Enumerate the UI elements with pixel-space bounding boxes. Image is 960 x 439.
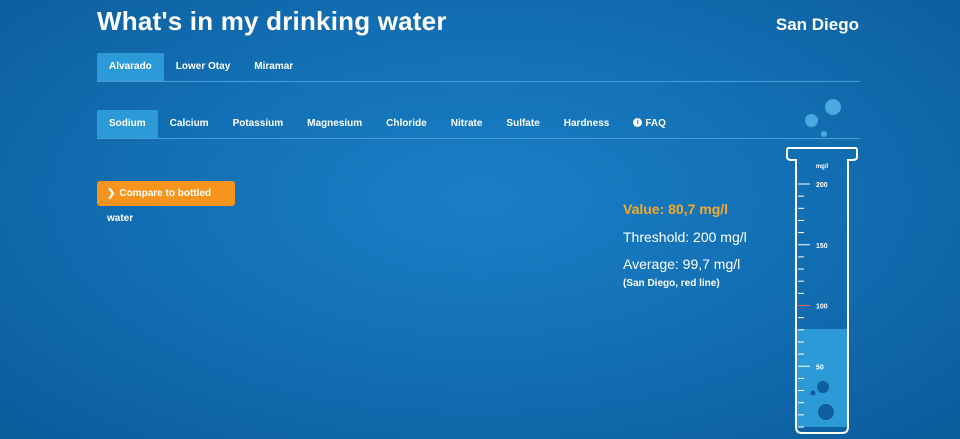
tab-calcium[interactable]: Calcium bbox=[158, 110, 221, 138]
tab-miramar[interactable]: Miramar bbox=[242, 53, 305, 81]
page-title: What's in my drinking water bbox=[97, 6, 447, 36]
compare-bottled-water-button[interactable]: ❯ Compare to bottled water bbox=[97, 181, 235, 224]
threshold-text: Threshold: 200 mg/l bbox=[623, 229, 747, 245]
gauge-tick-label: 50 bbox=[816, 364, 824, 371]
plant-tabs: Alvarado Lower Otay Miramar bbox=[97, 53, 860, 82]
gauge-tick-label: 100 bbox=[816, 304, 828, 311]
gauge-tick-label: 150 bbox=[816, 243, 828, 250]
gauge-tick-label: 200 bbox=[816, 182, 828, 189]
tab-lower-otay[interactable]: Lower Otay bbox=[164, 53, 242, 81]
average-text: Average: 99,7 mg/l bbox=[623, 256, 741, 272]
bubble-icon bbox=[818, 404, 834, 420]
bubble-icon bbox=[825, 99, 841, 115]
tab-magnesium[interactable]: Magnesium bbox=[295, 110, 374, 138]
tab-nitrate[interactable]: Nitrate bbox=[439, 110, 495, 138]
average-note: (San Diego, red line) bbox=[623, 278, 720, 289]
value-text: Value: 80,7 mg/l bbox=[623, 201, 729, 217]
tab-sodium[interactable]: Sodium bbox=[97, 110, 158, 138]
tab-hardness[interactable]: Hardness bbox=[552, 110, 622, 138]
tab-faq[interactable]: i FAQ bbox=[621, 110, 678, 138]
bubble-icon bbox=[817, 381, 829, 393]
gauge-unit-label: mg/l bbox=[816, 164, 829, 170]
bubble-icon bbox=[805, 114, 818, 127]
tab-chloride[interactable]: Chloride bbox=[374, 110, 439, 138]
tab-potassium[interactable]: Potassium bbox=[221, 110, 296, 138]
tab-sulfate[interactable]: Sulfate bbox=[494, 110, 551, 138]
tab-alvarado[interactable]: Alvarado bbox=[97, 53, 164, 81]
compare-button-label: Compare to bottled water bbox=[107, 188, 212, 224]
info-icon: i bbox=[633, 117, 643, 127]
bubble-icon bbox=[821, 131, 827, 137]
faq-label: FAQ bbox=[645, 118, 666, 129]
gauge-fill-group bbox=[797, 328, 847, 427]
parameter-tabs: Sodium Calcium Potassium Magnesium Chlor… bbox=[97, 110, 860, 139]
chevron-right-icon: ❯ bbox=[107, 188, 116, 199]
city-label: San Diego bbox=[775, 15, 859, 34]
bubble-icon bbox=[810, 390, 816, 396]
test-tube-gauge: 200 150 100 50 mg/l bbox=[786, 147, 858, 434]
